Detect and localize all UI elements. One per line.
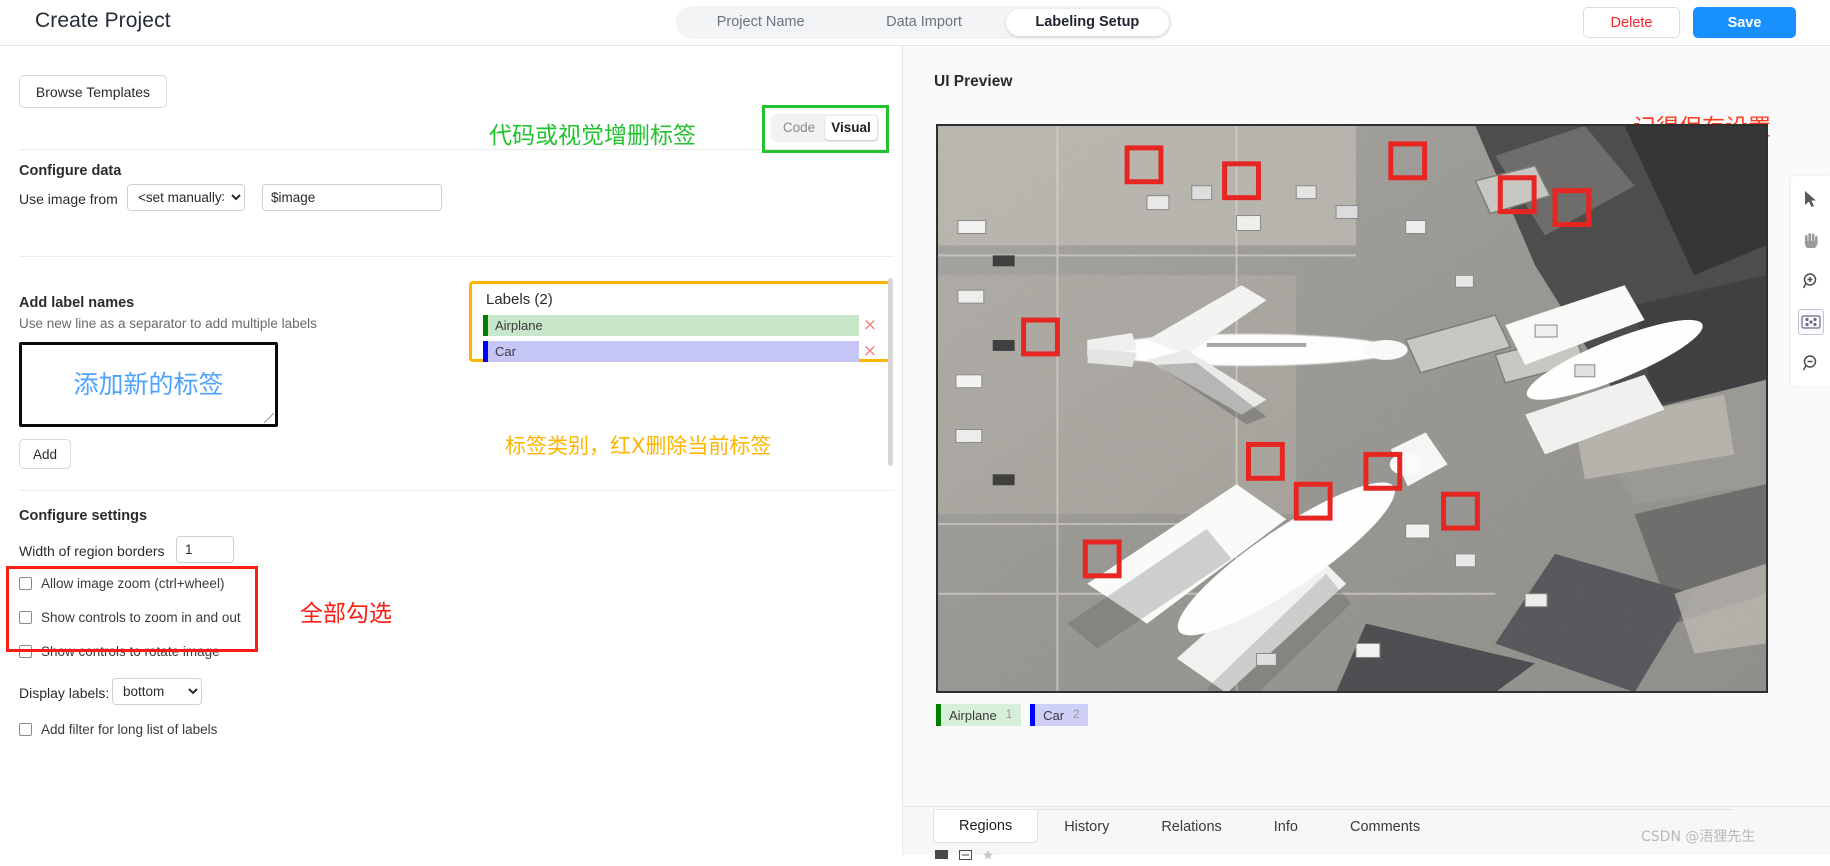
fit-screen-icon[interactable]: [1797, 309, 1824, 335]
sort-star-icon[interactable]: [983, 848, 1007, 866]
remove-label-car-icon[interactable]: ×: [859, 341, 881, 362]
tab-relations[interactable]: Relations: [1135, 810, 1247, 843]
hand-icon[interactable]: [1798, 227, 1824, 253]
tab-info[interactable]: Info: [1248, 810, 1324, 843]
chip-label-airplane: Airplane: [949, 707, 997, 723]
show-rotate-controls-label: Show controls to rotate image: [41, 644, 220, 659]
label-name-car[interactable]: Car: [488, 341, 859, 362]
aerial-airport-image[interactable]: [938, 126, 1766, 692]
labeling-config-panel: Browse Templates Configure data Use imag…: [0, 46, 903, 855]
chip-car[interactable]: Car 2: [1030, 704, 1089, 726]
sort-order-icon[interactable]: [959, 848, 973, 866]
label-name-airplane[interactable]: Airplane: [488, 315, 859, 336]
preview-image-frame[interactable]: [936, 124, 1768, 693]
ui-preview-panel: UI Preview 记得保存设置: [903, 46, 1830, 855]
add-filter-label: Add filter for long list of labels: [41, 722, 218, 737]
preview-tabs[interactable]: Regions History Relations Info Comments: [933, 809, 1733, 855]
step-tab-data-import[interactable]: Data Import: [842, 9, 1005, 36]
allow-image-zoom-checkbox[interactable]: [19, 577, 32, 590]
add-label-names-heading: Add label names: [19, 295, 135, 311]
watermark: CSDN @浯狸先生: [1641, 829, 1756, 845]
chip-hotkey-car: 2: [1073, 709, 1080, 721]
chip-hotkey-airplane: 1: [1005, 709, 1013, 721]
zoom-out-icon[interactable]: [1798, 350, 1824, 376]
save-button[interactable]: Save: [1693, 7, 1796, 38]
checkbox-row-allow-image-zoom[interactable]: Allow image zoom (ctrl+wheel): [19, 576, 224, 591]
hide-all-icon[interactable]: [935, 848, 949, 866]
checkbox-row-show-zoom-controls[interactable]: Show controls to zoom in and out: [19, 610, 241, 625]
cursor-icon[interactable]: [1798, 186, 1824, 212]
visual-mode-tab[interactable]: Visual: [825, 116, 877, 140]
divider-3: [19, 490, 894, 491]
anno-new-label-text: 添加新的标签: [73, 370, 224, 399]
checkbox-row-show-rotate-controls[interactable]: Show controls to rotate image: [19, 644, 220, 659]
wizard-step-tabs[interactable]: Project Name Data Import Labeling Setup: [676, 6, 1172, 39]
anno-code-visual-text: 代码或视觉增删标签: [489, 123, 696, 149]
add-label-names-hint: Use new line as a separator to add multi…: [19, 316, 317, 331]
delete-button[interactable]: Delete: [1583, 7, 1680, 38]
regions-subtoolbar[interactable]: [935, 848, 1007, 866]
divider-1: [19, 149, 894, 150]
image-source-select[interactable]: <set manually>: [127, 184, 245, 211]
show-zoom-controls-checkbox[interactable]: [19, 611, 32, 624]
code-mode-tab[interactable]: Code: [773, 116, 825, 140]
label-row-car[interactable]: Car ×: [483, 341, 881, 362]
remove-label-airplane-icon[interactable]: ×: [859, 315, 881, 336]
new-label-textarea[interactable]: 添加新的标签: [19, 342, 278, 427]
chip-label-car: Car: [1043, 707, 1065, 723]
anno-checkall-text: 全部勾选: [300, 601, 392, 627]
divider-2: [19, 256, 894, 257]
label-row-airplane[interactable]: Airplane ×: [483, 315, 881, 336]
configure-data-heading: Configure data: [19, 163, 122, 179]
step-tab-project-name[interactable]: Project Name: [679, 9, 842, 36]
configure-settings-heading: Configure settings: [19, 508, 148, 524]
use-image-from-label: Use image from: [19, 191, 118, 207]
tab-comments[interactable]: Comments: [1324, 810, 1446, 843]
add-filter-checkbox[interactable]: [19, 723, 32, 736]
checkbox-row-add-filter[interactable]: Add filter for long list of labels: [19, 722, 217, 737]
page-title: Create Project: [35, 9, 171, 32]
display-labels-label: Display labels:: [19, 685, 110, 701]
region-border-width-label: Width of region borders: [19, 543, 165, 559]
step-tab-labeling-setup[interactable]: Labeling Setup: [1005, 9, 1169, 36]
textarea-resize-grip[interactable]: [264, 413, 274, 423]
labels-card: Labels (2) Airplane × Car ×: [469, 281, 891, 362]
add-label-button[interactable]: Add: [19, 439, 71, 469]
show-rotate-controls-checkbox[interactable]: [19, 645, 32, 658]
label-hotkey-chips: Airplane 1 Car 2: [936, 704, 1089, 726]
visual-editor-scrollbar[interactable]: [888, 278, 893, 466]
show-zoom-controls-label: Show controls to zoom in and out: [41, 610, 241, 625]
code-visual-toggle[interactable]: Code Visual: [771, 114, 879, 142]
allow-image-zoom-label: Allow image zoom (ctrl+wheel): [41, 576, 225, 591]
tab-history[interactable]: History: [1038, 810, 1135, 843]
top-bar: Create Project Project Name Data Import …: [0, 0, 1830, 46]
labels-heading: Labels (2): [486, 291, 553, 308]
tab-regions[interactable]: Regions: [933, 810, 1039, 843]
image-tools-rail[interactable]: [1791, 176, 1830, 386]
region-border-width-input[interactable]: [176, 536, 234, 563]
anno-labels-text: 标签类别，红X删除当前标签: [505, 434, 772, 458]
display-labels-select[interactable]: bottom: [112, 678, 202, 705]
ui-preview-title: UI Preview: [934, 73, 1013, 90]
browse-templates-button[interactable]: Browse Templates: [19, 75, 167, 108]
chip-airplane[interactable]: Airplane 1: [936, 704, 1022, 726]
image-value-input[interactable]: [262, 184, 442, 211]
zoom-in-icon[interactable]: [1798, 268, 1824, 294]
